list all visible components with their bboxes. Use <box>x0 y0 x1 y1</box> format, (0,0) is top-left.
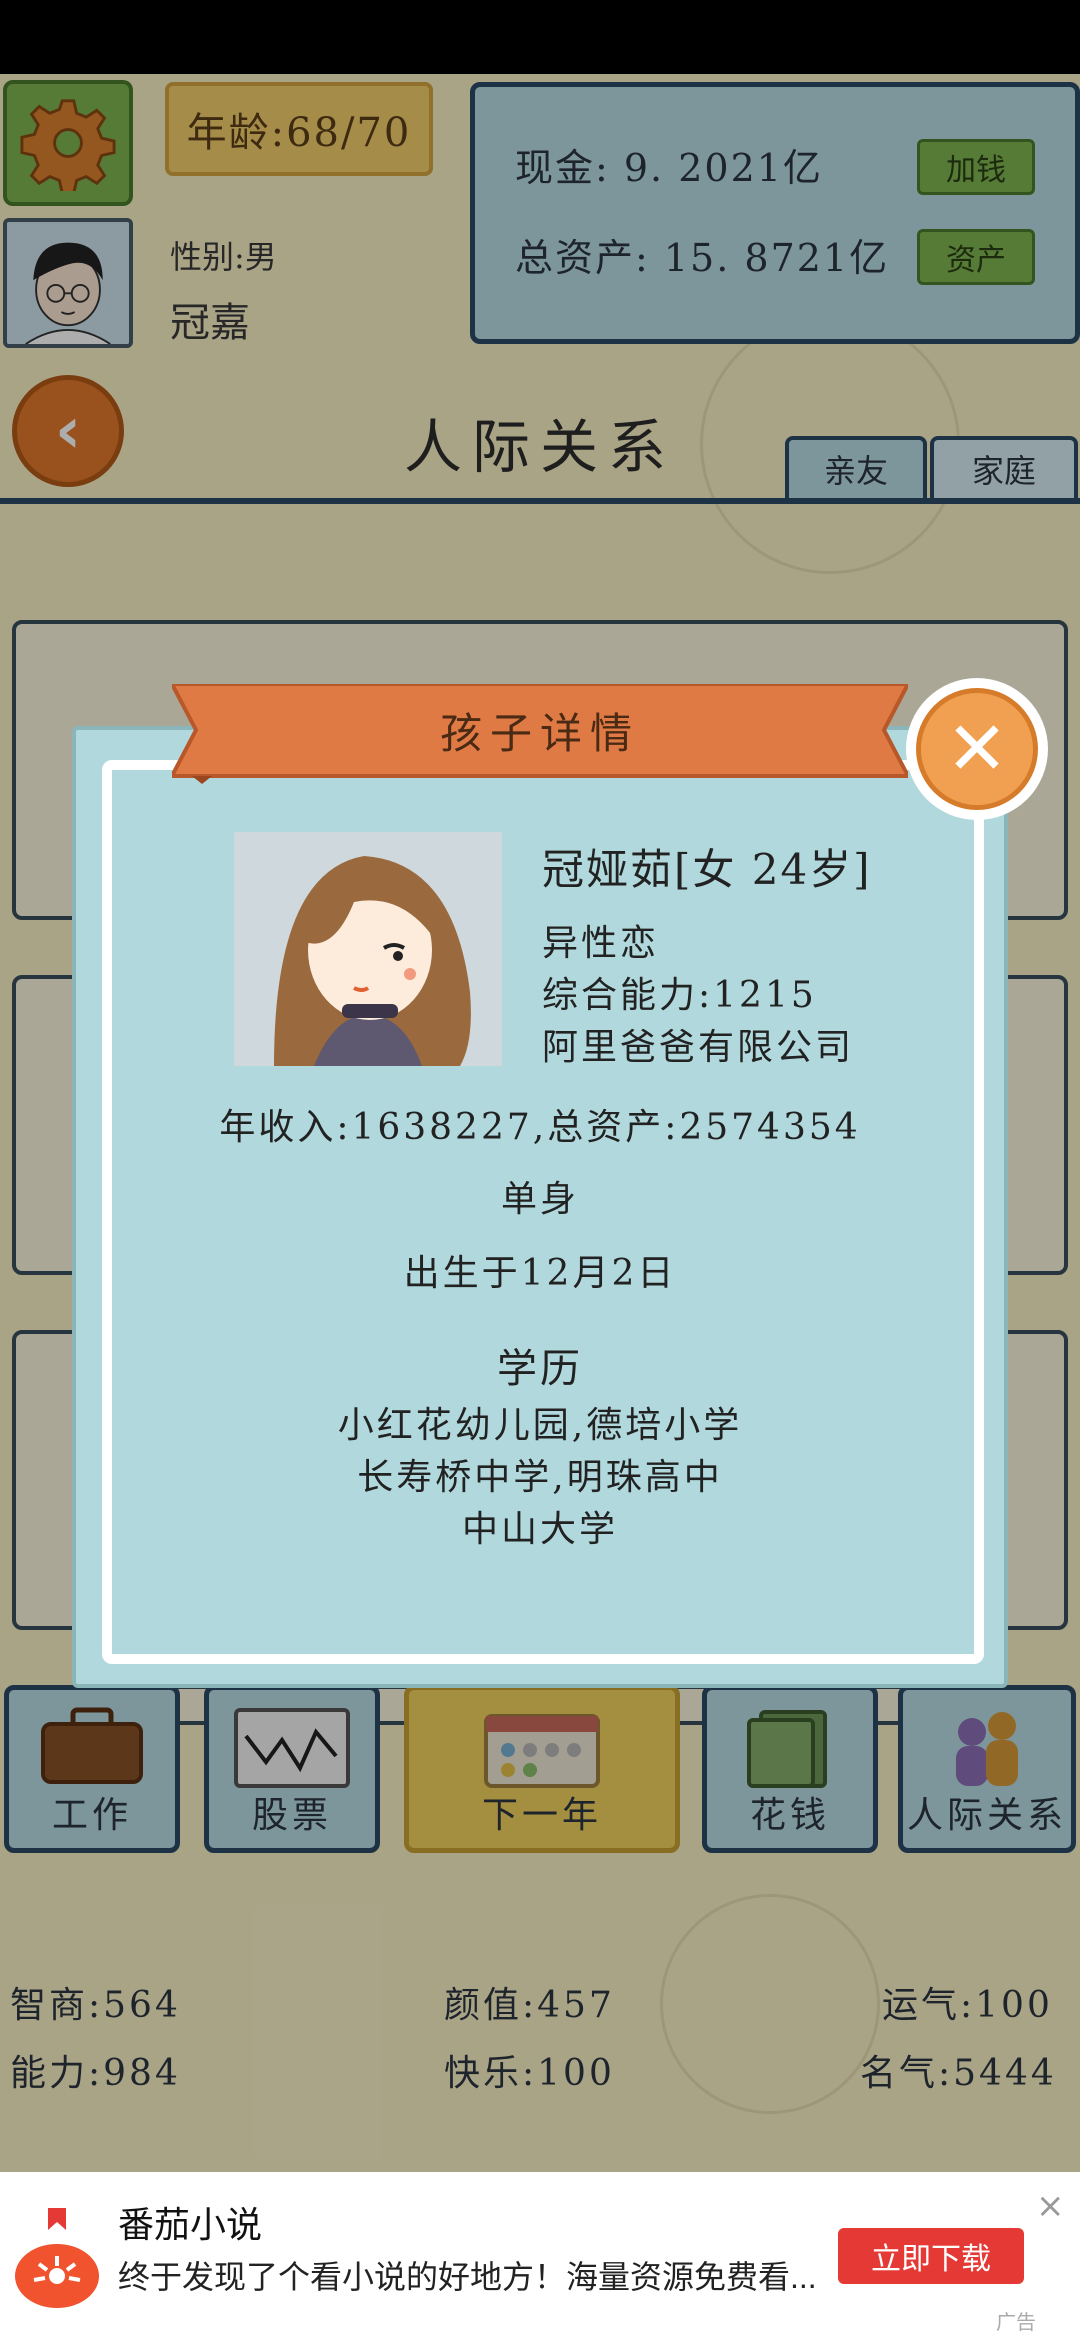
child-company: 阿里爸爸有限公司 <box>542 1027 855 1068</box>
child-ability: 综合能力:1215 <box>542 975 817 1016</box>
ad-download-button[interactable]: 立即下载 <box>838 2228 1024 2284</box>
child-birthday: 出生于12月2日 <box>403 1253 677 1294</box>
ad-close-icon[interactable]: × <box>1036 2186 1065 2226</box>
child-name: 冠娅茹[女 24岁] <box>542 845 872 894</box>
dialog-title: 孩子详情 <box>439 708 640 758</box>
tomato-novel-logo-icon <box>15 2208 99 2308</box>
close-icon: ✕ <box>945 706 1008 792</box>
education-line: 小红花幼儿园,德培小学 <box>337 1405 743 1446</box>
education-line: 中山大学 <box>461 1509 618 1550</box>
child-marital-status: 单身 <box>500 1179 579 1220</box>
close-button[interactable]: ✕ <box>906 678 1048 820</box>
ad-description: 终于发现了个看小说的好地方！海量资源免费看... <box>118 2259 817 2295</box>
education-line: 长寿桥中学,明珠高中 <box>357 1457 723 1498</box>
education-heading: 学历 <box>497 1346 583 1392</box>
ad-banner[interactable]: 番茄小说 终于发现了个看小说的好地方！海量资源免费看... 立即下载 × 广告 <box>0 2172 1080 2340</box>
girl-portrait-icon <box>234 832 502 1066</box>
child-portrait <box>234 832 502 1066</box>
child-finance: 年收入:1638227,总资产:2574354 <box>219 1107 861 1148</box>
child-orientation: 异性恋 <box>542 923 660 964</box>
ad-label: 广告 <box>996 2312 1036 2334</box>
ad-app-name: 番茄小说 <box>118 2204 263 2245</box>
